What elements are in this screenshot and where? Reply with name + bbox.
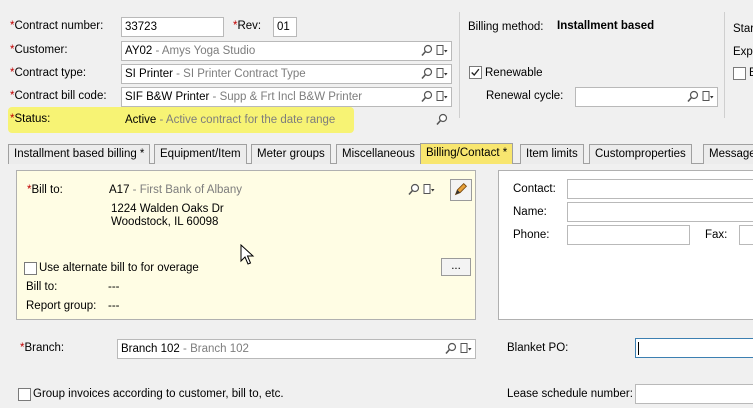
blanket-po-field[interactable] [635, 338, 753, 358]
tab-meter-groups[interactable]: Meter groups [251, 144, 331, 164]
lease-schedule-label: Lease schedule number: [507, 388, 633, 400]
magnifier-icon[interactable] [436, 113, 448, 126]
contract-bill-code-label: *Contract bill code: [10, 90, 107, 102]
phone-label: Phone: [513, 229, 550, 241]
alternate-bill-to-label: Use alternate bill to for overage [39, 262, 199, 274]
fax-field[interactable] [739, 225, 753, 245]
tab-equipment-item[interactable]: Equipment/Item [154, 144, 247, 164]
bill-to-readonly-label: Bill to: [26, 281, 58, 293]
billing-method-label: Billing method: [468, 21, 544, 33]
contract-number-field[interactable]: 33723 [121, 17, 224, 37]
bill-to-address-line1: 1224 Walden Oaks Dr [111, 203, 224, 215]
fax-label: Fax: [705, 229, 728, 241]
name-field[interactable] [567, 202, 753, 222]
renewal-cycle-field[interactable] [575, 87, 718, 107]
check-icon [471, 68, 480, 77]
right-checkbox-cut[interactable] [733, 67, 746, 80]
tab-billing-contact[interactable]: Billing/Contact * [420, 143, 514, 164]
mouse-pointer-icon [240, 244, 255, 265]
pencil-icon [454, 182, 468, 196]
bill-to-label: *Bill to: [27, 184, 63, 196]
rev-field[interactable]: 01 [273, 17, 297, 37]
text-caret [638, 342, 639, 355]
status-field[interactable]: Active - Active contract for the date ra… [121, 110, 452, 130]
blanket-po-label: Blanket PO: [507, 342, 569, 354]
renewal-cycle-label: Renewal cycle: [486, 90, 564, 102]
group-invoices-label: Group invoices according to customer, bi… [33, 388, 284, 400]
tab-installment-based-billing[interactable]: Installment based billing * [8, 144, 151, 164]
rev-label: *Rev: [233, 20, 262, 32]
lease-schedule-field[interactable] [635, 384, 753, 404]
contract-number-label: *Contract number: [10, 20, 104, 32]
customer-label: *Customer: [10, 44, 68, 56]
expiration-label-cut: Expi [733, 46, 753, 58]
contract-type-label: *Contract type: [10, 67, 87, 79]
magnifier-icon[interactable] [445, 342, 457, 355]
header-divider [459, 12, 460, 118]
group-invoices-checkbox[interactable] [18, 388, 31, 401]
contract-type-field[interactable]: SI Printer - SI Printer Contract Type [121, 64, 452, 84]
customer-field[interactable]: AY02 - Amys Yoga Studio [121, 41, 452, 61]
report-group-label: Report group: [26, 300, 97, 312]
renewable-checkbox[interactable] [469, 66, 482, 79]
magnifier-icon[interactable] [687, 90, 699, 103]
magnifier-icon[interactable] [408, 183, 420, 196]
branch-field[interactable]: Branch 102 - Branch 102 [117, 339, 476, 359]
right-checkbox-label-cut: E [749, 67, 753, 79]
tab-item-limits[interactable]: Item limits [520, 144, 584, 164]
status-label: *Status: [10, 113, 51, 125]
tab-strip: Installment based billing * Equipment/It… [8, 143, 753, 164]
bill-to-field[interactable]: A17 - First Bank of Albany [105, 180, 439, 200]
renewable-label: Renewable [485, 67, 543, 79]
tab-miscellaneous[interactable]: Miscellaneous [336, 144, 421, 164]
magnifier-icon[interactable] [421, 90, 433, 103]
tab-messages[interactable]: Messages [703, 144, 753, 164]
edit-bill-to-button[interactable] [450, 179, 472, 201]
report-group-value: --- [108, 300, 120, 312]
ellipsis-button[interactable]: ... [441, 258, 471, 276]
alternate-bill-to-checkbox[interactable] [24, 262, 37, 275]
magnifier-icon[interactable] [421, 67, 433, 80]
document-dropdown-icon[interactable] [460, 342, 472, 355]
magnifier-icon[interactable] [421, 44, 433, 57]
phone-field[interactable] [567, 225, 690, 245]
document-dropdown-icon[interactable] [436, 44, 448, 57]
bill-to-address-line2: Woodstock, IL 60098 [111, 216, 219, 228]
branch-label: *Branch: [20, 342, 65, 354]
document-dropdown-icon[interactable] [436, 67, 448, 80]
contact-label: Contact: [513, 183, 556, 195]
document-dropdown-icon[interactable] [423, 183, 435, 196]
document-dropdown-icon[interactable] [436, 90, 448, 103]
name-label: Name: [513, 206, 547, 218]
start-label-cut: Star [733, 23, 753, 35]
contract-bill-code-field[interactable]: SIF B&W Printer - Supp & Frt Incl B&W Pr… [121, 87, 452, 107]
document-dropdown-icon[interactable] [702, 90, 714, 103]
billing-method-value: Installment based [557, 20, 655, 32]
contact-field[interactable] [567, 179, 753, 199]
tab-customproperties[interactable]: Customproperties [589, 144, 692, 164]
header-divider-right [724, 12, 725, 118]
bill-to-readonly-value: --- [108, 281, 120, 293]
